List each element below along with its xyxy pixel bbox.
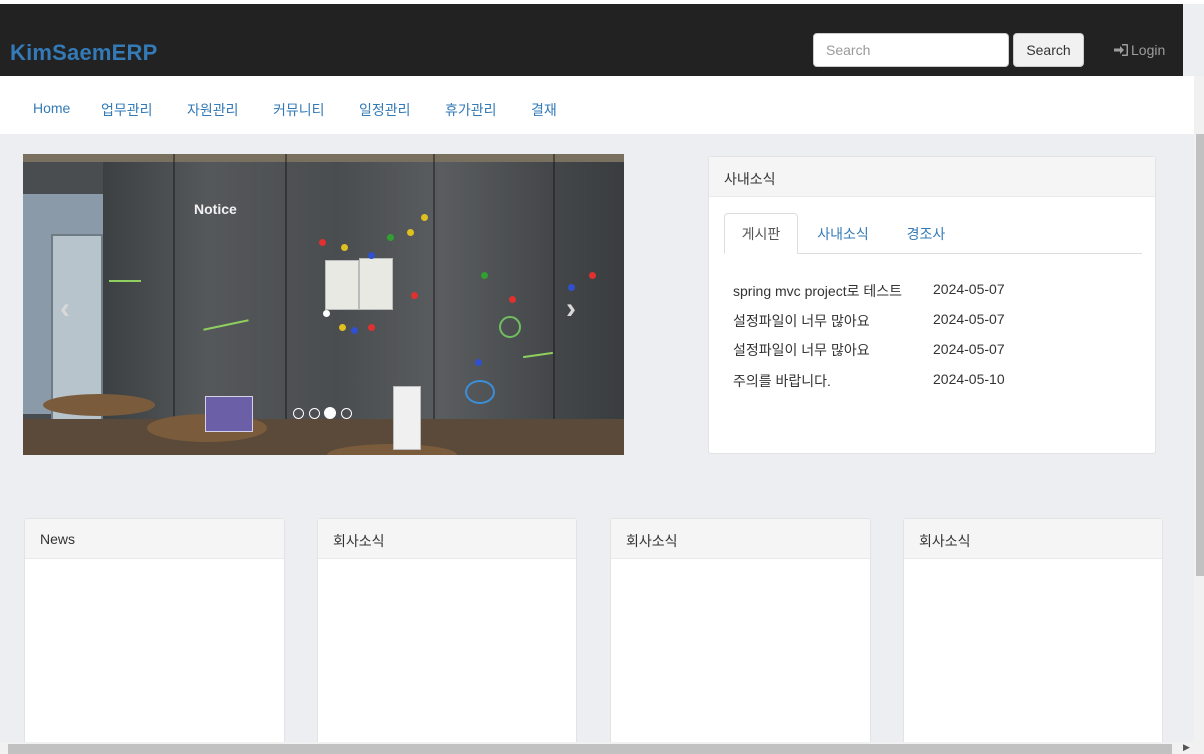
- photo-magnet: [319, 239, 326, 246]
- panel-heading: 회사소식: [611, 519, 870, 559]
- photo-magnet: [387, 234, 394, 241]
- panel-title: News: [40, 531, 76, 547]
- carousel-indicator-4[interactable]: [341, 408, 352, 419]
- notice-date: 2024-05-07: [933, 341, 1005, 357]
- panel-heading: 회사소식: [904, 519, 1162, 559]
- photo-paper: [359, 258, 393, 310]
- photo-paper: [325, 260, 359, 310]
- panel-title: 회사소식: [333, 533, 385, 549]
- photo-magnet: [421, 214, 428, 221]
- search-button[interactable]: Search: [1013, 33, 1084, 67]
- notice-title-link[interactable]: spring mvc project로 테스트: [733, 281, 902, 301]
- tab-events[interactable]: 경조사: [889, 213, 963, 254]
- photo-magnet: [351, 327, 358, 334]
- panel-title: 회사소식: [919, 533, 971, 549]
- notice-date: 2024-05-10: [933, 371, 1005, 387]
- menu-item-schedule[interactable]: 일정관리: [359, 100, 411, 120]
- photo-notice-text: Notice: [194, 201, 237, 217]
- notice-date: 2024-05-07: [933, 281, 1005, 297]
- menu-item-vacation[interactable]: 휴가관리: [445, 100, 497, 120]
- photo-magnet: [509, 296, 516, 303]
- photo-magnet: [323, 310, 330, 317]
- photo-wall-seam: [285, 154, 287, 455]
- photo-ceiling: [23, 154, 624, 162]
- menu-item-resources[interactable]: 자원관리: [187, 100, 239, 120]
- chevron-left-icon[interactable]: ‹: [60, 292, 70, 326]
- photo-wall-seam: [173, 154, 175, 455]
- brand-logo[interactable]: KimSaemERP: [10, 40, 158, 66]
- photo-sign: [393, 386, 421, 450]
- photo-magnet: [589, 272, 596, 279]
- main-menu: Home 업무관리 자원관리 커뮤니티 일정관리 휴가관리 결재: [0, 76, 1194, 134]
- news-panel: News: [24, 518, 285, 754]
- login-link[interactable]: Login: [1113, 42, 1165, 58]
- menu-item-work[interactable]: 업무관리: [101, 100, 153, 120]
- photo-magnet: [407, 229, 414, 236]
- vertical-scrollbar-thumb[interactable]: [1196, 134, 1204, 576]
- tab-company-news[interactable]: 사내소식: [802, 213, 884, 254]
- carousel-indicator-3[interactable]: [324, 407, 336, 419]
- notice-date: 2024-05-07: [933, 311, 1005, 327]
- photo-magnet: [568, 284, 575, 291]
- horizontal-scrollbar-thumb[interactable]: [8, 744, 1172, 754]
- notice-title-link[interactable]: 설정파일이 너무 많아요: [733, 340, 870, 360]
- menu-item-community[interactable]: 커뮤니티: [273, 100, 325, 120]
- panel-heading: News: [25, 519, 284, 559]
- photo-magnet: [339, 324, 346, 331]
- photo-magnet: [368, 252, 375, 259]
- login-label: Login: [1131, 42, 1166, 58]
- panel-heading: 사내소식: [709, 157, 1155, 197]
- log-in-icon: [1114, 44, 1128, 56]
- photo-magnet: [368, 324, 375, 331]
- notice-title-link[interactable]: 설정파일이 너무 많아요: [733, 311, 870, 331]
- photo-magnet: [475, 359, 482, 366]
- scroll-right-icon[interactable]: ▶: [1183, 742, 1190, 753]
- photo-magnet: [341, 244, 348, 251]
- search-input[interactable]: [813, 33, 1009, 67]
- menu-item-home[interactable]: Home: [33, 100, 70, 116]
- photo-monitor: [205, 396, 253, 432]
- company-news-panel-2: 회사소식: [610, 518, 871, 754]
- image-carousel[interactable]: Notice ‹ ›: [23, 154, 624, 455]
- carousel-indicator-1[interactable]: [293, 408, 304, 419]
- menu-item-approval[interactable]: 결재: [531, 100, 557, 120]
- panel-title: 사내소식: [724, 171, 776, 187]
- company-news-panel-1: 회사소식: [317, 518, 577, 754]
- carousel-indicator-2[interactable]: [309, 408, 320, 419]
- photo-chalk-text: [109, 280, 141, 282]
- photo-chalk-drawing: [465, 380, 495, 404]
- photo-wall-seam: [553, 154, 555, 455]
- photo-magnet: [481, 272, 488, 279]
- panel-heading: 회사소식: [318, 519, 576, 559]
- notice-title-link[interactable]: 주의를 바랍니다.: [733, 371, 831, 391]
- company-news-panel: 사내소식 게시판 사내소식 경조사 spring mvc project로 테스…: [708, 156, 1156, 454]
- photo-floor: [23, 419, 624, 455]
- photo-magnet: [411, 292, 418, 299]
- top-navbar: KimSaemERP Search Login: [0, 4, 1183, 76]
- chevron-right-icon[interactable]: ›: [566, 292, 576, 326]
- company-news-panel-3: 회사소식: [903, 518, 1163, 754]
- photo-wall-seam: [433, 154, 435, 455]
- panel-title: 회사소식: [626, 533, 678, 549]
- photo-table: [43, 394, 155, 416]
- tab-board[interactable]: 게시판: [724, 213, 798, 254]
- photo-chalk-drawing: [499, 316, 521, 338]
